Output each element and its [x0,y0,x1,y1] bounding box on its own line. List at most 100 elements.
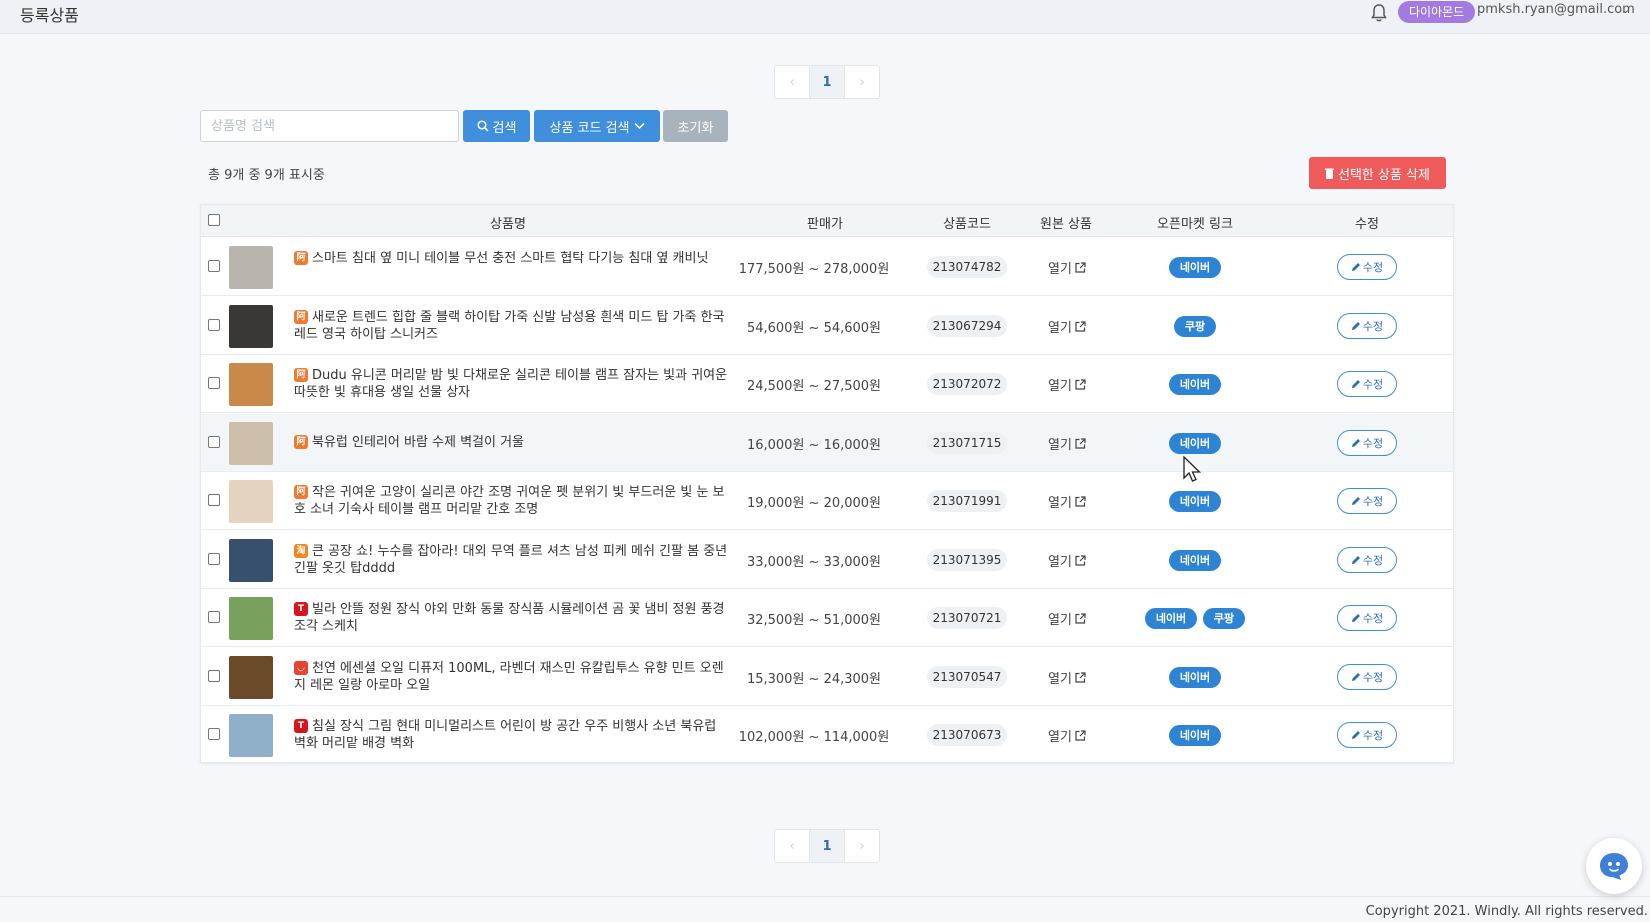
product-thumbnail[interactable] [229,421,273,465]
row-checkbox[interactable] [208,611,220,623]
product-code: 213071991 [927,490,1007,512]
market-link-badge[interactable]: 네이버 [1169,257,1221,278]
product-name[interactable]: 빌라 안뜰 정원 장식 야외 만화 동물 장식품 시뮬레이션 곰 꽃 냄비 정원… [294,601,729,635]
header-name: 상품명 [490,217,526,232]
row-checkbox[interactable] [208,318,220,331]
chevron-down-icon [633,122,645,130]
open-label: 열기 [1048,496,1072,511]
edit-button[interactable]: 수정 [1337,254,1397,280]
product-name[interactable]: 작은 귀여운 고양이 실리콘 야간 조명 귀여운 펫 분위기 빛 부드러운 빛 … [294,484,729,518]
table-row: 阿 새로운 트렌드 힙합 줄 블랙 하이탑 가죽 신발 남성용 흰색 미드 탑 가… [201,297,1453,355]
table-row: 阿 스마트 침대 옆 미니 테이블 무선 충전 스마트 협탁 다기능 침대 옆 캐… [201,238,1453,296]
product-name[interactable]: 천연 에센셜 오일 디퓨저 100ML, 라벤더 재스민 유칼립투스 유향 민트… [294,660,729,694]
product-name[interactable]: 새로운 트렌드 힙합 줄 블랙 하이탑 가죽 신발 남성용 흰색 미드 탑 가죽… [294,309,729,343]
chat-widget-button[interactable] [1586,838,1642,894]
code-search-dropdown[interactable]: 상품 코드 검색 [534,110,660,142]
market-link-badge[interactable]: 쿠팡 [1174,315,1216,337]
product-code: 213070673 [927,724,1007,746]
product-thumbnail[interactable] [229,304,273,348]
edit-label: 수정 [1362,378,1384,391]
row-checkbox[interactable] [208,260,220,272]
next-page-button[interactable]: › [845,66,879,98]
row-checkbox[interactable] [208,552,220,565]
market-link-badge[interactable]: 네이버 [1169,374,1221,395]
product-code: 213074782 [927,256,1007,278]
product-price: 54,600원 ~ 54,600원 [746,320,882,336]
market-link-badge[interactable]: 네이버 [1169,432,1221,454]
market-link-badge[interactable]: 네이버 [1169,549,1221,571]
product-thumbnail[interactable] [229,655,273,699]
product-thumbnail[interactable] [229,246,273,289]
open-label: 열기 [1048,671,1072,687]
row-checkbox[interactable] [208,669,220,682]
edit-label: 수정 [1362,729,1384,742]
edit-label: 수정 [1362,319,1384,333]
page-title: 등록상품 [20,6,79,25]
user-email[interactable]: pmksh.ryan@gmail.com [1477,2,1635,17]
product-name[interactable]: 북유럽 인테리어 바람 수제 벽걸이 거울 [294,434,729,451]
edit-button[interactable]: 수정 [1337,546,1397,573]
reset-button[interactable]: 초기화 [663,110,728,142]
select-all-checkbox[interactable] [208,214,220,226]
page-button-current[interactable]: 1 [809,66,845,98]
table-row: 阿 작은 귀여운 고양이 실리콘 야간 조명 귀여운 펫 분위기 빛 부드러운 빛… [201,472,1453,530]
edit-button[interactable]: 수정 [1337,722,1397,748]
open-original-link[interactable]: 열기 [1048,492,1086,511]
page-button-current[interactable]: 1 [809,830,845,862]
chevron-down-icon[interactable]: ⌄ [1621,3,1630,16]
row-checkbox[interactable] [208,728,220,740]
external-link-icon [1075,320,1086,332]
prev-page-button[interactable]: ‹ [775,66,809,98]
bell-icon[interactable] [1370,3,1388,23]
open-original-link[interactable]: 열기 [1048,258,1086,277]
pencil-icon [1351,263,1360,271]
table-row: 阿 북유럽 인테리어 바람 수제 벽걸이 거울 16,000원 ~ 16,000원 2… [201,413,1453,472]
search-icon [476,120,489,132]
edit-button[interactable]: 수정 [1337,488,1397,514]
edit-button[interactable]: 수정 [1337,663,1397,690]
edit-label: 수정 [1362,612,1384,625]
product-thumbnail[interactable] [229,538,273,582]
open-original-link[interactable]: 열기 [1048,317,1086,336]
search-button-label: 검색 [492,120,517,136]
product-name[interactable]: 큰 공장 쇼! 누수를 잡아라! 대외 무역 플르 셔츠 남성 피케 메쉬 긴팔… [294,543,729,577]
open-original-link[interactable]: 열기 [1048,375,1086,394]
pencil-icon [1351,731,1360,739]
row-checkbox[interactable] [208,494,220,506]
product-price: 102,000원 ~ 114,000원 [738,730,890,745]
product-search-input[interactable] [200,110,459,142]
market-link-badge[interactable]: 네이버 [1145,608,1197,629]
search-button[interactable]: 검색 [463,110,530,142]
delete-selected-button[interactable]: 선택한 상품 삭제 [1309,157,1446,189]
product-name[interactable]: 침실 장식 그림 현대 미니멀리스트 어린이 방 공간 우주 비행사 소년 북유… [294,718,729,752]
edit-button[interactable]: 수정 [1337,605,1397,631]
market-link-badge[interactable]: 네이버 [1169,666,1221,688]
open-original-link[interactable]: 열기 [1048,609,1086,628]
product-thumbnail[interactable] [229,597,273,640]
market-link-badge[interactable]: 네이버 [1169,491,1221,512]
product-name[interactable]: Dudu 유니콘 머리맡 밤 빛 다채로운 실리콘 테이블 램프 잠자는 빛과 … [294,367,729,401]
table-row: T 빌라 안뜰 정원 장식 야외 만화 동물 장식품 시뮬레이션 곰 꽃 냄비 정… [201,589,1453,647]
row-checkbox[interactable] [208,377,220,389]
open-original-link[interactable]: 열기 [1048,726,1086,745]
market-link-badge[interactable]: 쿠팡 [1203,608,1245,629]
top-bar: 등록상품 다이아몬드 pmksh.ryan@gmail.com ⌄ [0,0,1650,34]
chat-bot-icon [1600,853,1628,880]
market-link-badge[interactable]: 네이버 [1169,725,1221,746]
prev-page-button[interactable]: ‹ [775,830,809,862]
edit-button[interactable]: 수정 [1337,371,1397,397]
edit-button[interactable]: 수정 [1337,429,1397,456]
row-checkbox[interactable] [208,435,220,448]
open-original-link[interactable]: 열기 [1048,551,1086,570]
product-thumbnail[interactable] [229,714,273,757]
code-search-label: 상품 코드 검색 [549,120,630,136]
edit-button[interactable]: 수정 [1337,312,1397,339]
next-page-button[interactable]: › [845,830,879,862]
open-original-link[interactable]: 열기 [1048,434,1086,453]
product-thumbnail[interactable] [229,363,273,406]
product-code: 213071395 [927,548,1007,571]
product-thumbnail[interactable] [229,480,273,523]
open-original-link[interactable]: 열기 [1048,668,1086,687]
open-label: 열기 [1048,379,1072,394]
product-name[interactable]: 스마트 침대 옆 미니 테이블 무선 충전 스마트 협탁 다기능 침대 옆 캐비… [294,250,729,267]
